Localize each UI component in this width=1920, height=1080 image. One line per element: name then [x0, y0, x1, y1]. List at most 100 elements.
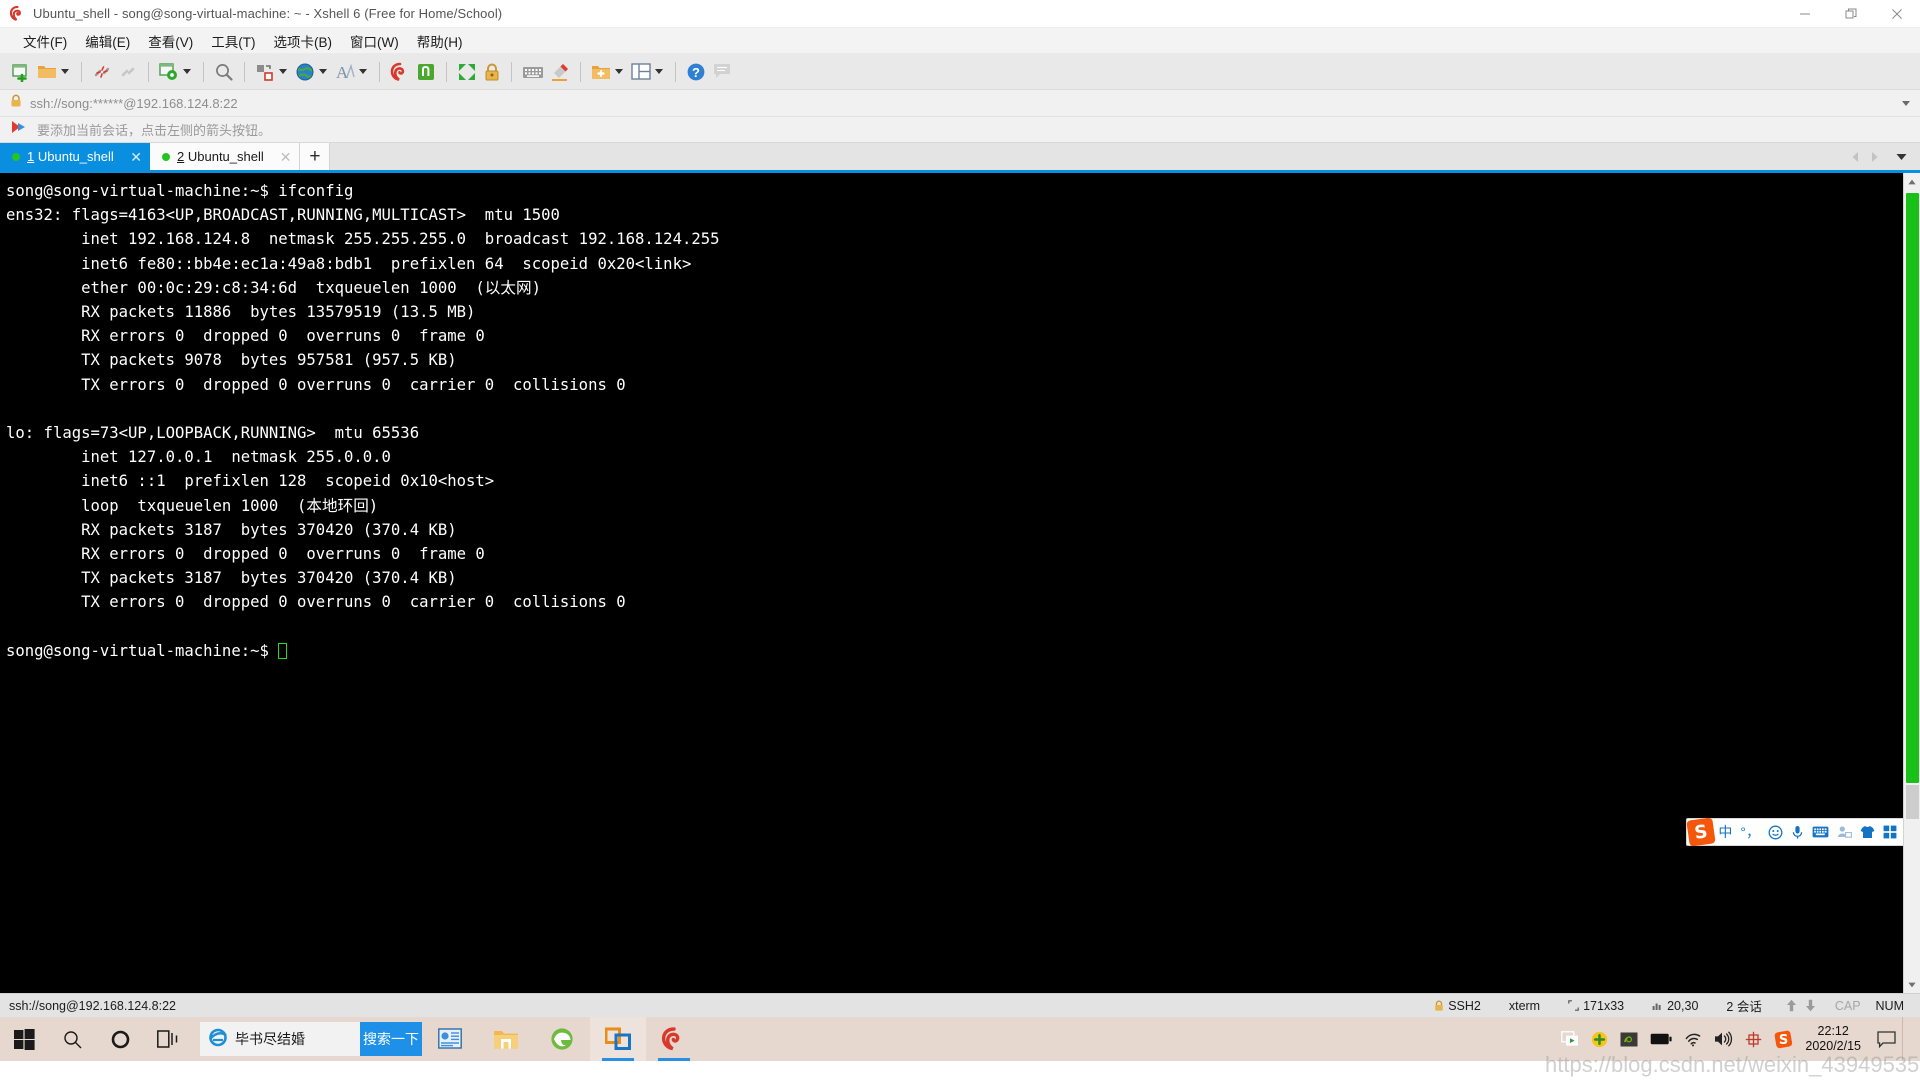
- scroll-up-button[interactable]: [1904, 173, 1920, 190]
- menu-view[interactable]: 查看(V): [139, 28, 202, 54]
- tab-close-icon[interactable]: ✕: [114, 150, 142, 164]
- scroll-down-button[interactable]: [1904, 976, 1920, 993]
- taskbar-search-input[interactable]: 毕书尽结婚: [235, 1029, 305, 1049]
- font-icon[interactable]: A: [332, 57, 372, 87]
- svg-text:A: A: [336, 63, 349, 82]
- screencast-icon[interactable]: [1555, 1031, 1585, 1047]
- show-desktop-button[interactable]: [1902, 1017, 1914, 1061]
- update-icon[interactable]: [1585, 1031, 1614, 1048]
- transfer-file-icon[interactable]: [252, 57, 292, 87]
- chevron-down-icon[interactable]: [319, 69, 327, 74]
- chevron-down-icon[interactable]: [183, 69, 191, 74]
- smiley-icon[interactable]: [1764, 825, 1787, 840]
- menu-edit[interactable]: 编辑(E): [76, 28, 139, 54]
- layout-icon[interactable]: [628, 57, 668, 87]
- reconnect-icon[interactable]: [115, 57, 141, 87]
- task-view-icon[interactable]: [144, 1017, 192, 1061]
- add-folder-icon[interactable]: [588, 57, 628, 87]
- tab-ubuntu-shell-2[interactable]: 2 Ubuntu_shell ✕: [150, 143, 301, 170]
- search-icon[interactable]: [48, 1017, 96, 1061]
- chat-icon[interactable]: [709, 57, 735, 87]
- keyboard-icon[interactable]: [1808, 826, 1833, 838]
- hint-bar: 要添加当前会话，点击左侧的箭头按钮。: [0, 117, 1920, 143]
- chevron-down-icon[interactable]: [1902, 100, 1910, 106]
- user-icon[interactable]: [1833, 825, 1856, 839]
- terminal-line: RX packets 11886 bytes 13579519 (13.5 MB…: [6, 303, 476, 322]
- sogou-icon[interactable]: S: [1768, 1030, 1799, 1049]
- clock-time: 22:12: [1817, 1024, 1849, 1038]
- terminal-area[interactable]: song@song-virtual-machine:~$ ifconfig en…: [0, 173, 1920, 993]
- lock-icon[interactable]: [480, 57, 504, 87]
- close-button[interactable]: [1874, 0, 1920, 28]
- volume-icon[interactable]: [1708, 1031, 1739, 1047]
- battery-icon[interactable]: [1644, 1033, 1678, 1045]
- sogou-logo-icon[interactable]: S: [1686, 817, 1717, 847]
- open-folder-icon[interactable]: [34, 57, 74, 87]
- nvidia-icon[interactable]: [1614, 1032, 1644, 1047]
- terminal-line: inet6 ::1 prefixlen 128 scopeid 0x10<hos…: [6, 472, 495, 491]
- ime-language-toggle[interactable]: 中: [1714, 822, 1736, 842]
- disconnect-icon[interactable]: [89, 57, 115, 87]
- scrollbar-thumb[interactable]: [1906, 193, 1919, 783]
- fullscreen-icon[interactable]: [454, 57, 480, 87]
- status-connection-url: ssh://song@192.168.124.8:22: [9, 998, 176, 1013]
- address-bar[interactable]: ssh://song:******@192.168.124.8:22: [0, 90, 1920, 117]
- wifi-icon[interactable]: [1678, 1032, 1708, 1047]
- help-icon[interactable]: ?: [683, 57, 709, 87]
- terminal-scrollbar[interactable]: [1903, 173, 1920, 993]
- tab-menu-chevron-down-icon[interactable]: [1884, 153, 1912, 161]
- taskbar-app-xshell[interactable]: [646, 1017, 702, 1061]
- chevron-left-icon[interactable]: [1846, 151, 1865, 163]
- taskbar-clock[interactable]: 22:12 2020/2/15: [1799, 1024, 1871, 1054]
- taskbar-app-explorer[interactable]: [478, 1017, 534, 1061]
- globe-icon[interactable]: [292, 57, 332, 87]
- minimize-button[interactable]: [1782, 0, 1828, 28]
- menu-tools[interactable]: 工具(T): [202, 28, 264, 54]
- tab-close-icon[interactable]: ✕: [264, 150, 292, 164]
- xshell-icon[interactable]: [387, 57, 413, 87]
- menu-bar: 文件(F) 编辑(E) 查看(V) 工具(T) 选项卡(B) 窗口(W) 帮助(…: [0, 28, 1920, 54]
- sogou-ime-bar[interactable]: S 中 °，: [1686, 817, 1906, 847]
- ime-mode-icon[interactable]: [1739, 1031, 1768, 1048]
- notification-icon[interactable]: [1871, 1030, 1902, 1048]
- menu-tabs[interactable]: 选项卡(B): [265, 28, 342, 54]
- taskbar-search-go-button[interactable]: 搜索一下: [360, 1022, 422, 1056]
- session-properties-icon[interactable]: [156, 57, 196, 87]
- new-session-icon[interactable]: [8, 57, 34, 87]
- taskbar-app-wps[interactable]: [422, 1017, 478, 1061]
- toolbar-separator: [81, 61, 82, 82]
- ime-punctuation-toggle[interactable]: °，: [1736, 822, 1764, 842]
- address-input[interactable]: ssh://song:******@192.168.124.8:22: [30, 96, 238, 111]
- highlight-icon[interactable]: [547, 57, 573, 87]
- new-tab-button[interactable]: +: [300, 143, 331, 170]
- green-app-icon[interactable]: [413, 57, 439, 87]
- taskbar-app-edge[interactable]: [534, 1017, 590, 1061]
- taskbar-search-box[interactable]: 毕书尽结婚 搜索一下: [200, 1022, 422, 1056]
- status-protocol: SSH2: [1420, 999, 1495, 1013]
- keyboard-icon[interactable]: [519, 57, 547, 87]
- apps-icon[interactable]: [1879, 825, 1901, 839]
- menu-file[interactable]: 文件(F): [14, 28, 76, 54]
- tab-title: Ubuntu_shell: [37, 149, 114, 164]
- tab-ubuntu-shell-1[interactable]: 1 Ubuntu_shell ✕: [0, 143, 150, 170]
- chevron-down-icon[interactable]: [655, 69, 663, 74]
- chevron-down-icon[interactable]: [279, 69, 287, 74]
- terminal-output: song@song-virtual-machine:~$ ifconfig en…: [0, 173, 1920, 663]
- menu-window[interactable]: 窗口(W): [341, 28, 408, 54]
- chevron-down-icon[interactable]: [615, 69, 623, 74]
- restore-button[interactable]: [1828, 0, 1874, 28]
- skin-icon[interactable]: [1856, 825, 1879, 839]
- menu-help[interactable]: 帮助(H): [408, 28, 472, 54]
- chevron-down-icon[interactable]: [359, 69, 367, 74]
- microphone-icon[interactable]: [1787, 825, 1808, 840]
- windows-start-icon[interactable]: [0, 1017, 48, 1061]
- find-icon[interactable]: [211, 57, 237, 87]
- terminal-line: inet 127.0.0.1 netmask 255.0.0.0: [6, 448, 391, 467]
- chevron-right-icon[interactable]: [1865, 151, 1884, 163]
- cortana-icon[interactable]: [96, 1017, 144, 1061]
- hint-text: 要添加当前会话，点击左侧的箭头按钮。: [37, 123, 272, 138]
- toolbar-separator: [244, 61, 245, 82]
- tab-label: 2 Ubuntu_shell: [177, 149, 264, 164]
- chevron-down-icon[interactable]: [61, 69, 69, 74]
- taskbar-app-vmware[interactable]: [590, 1017, 646, 1061]
